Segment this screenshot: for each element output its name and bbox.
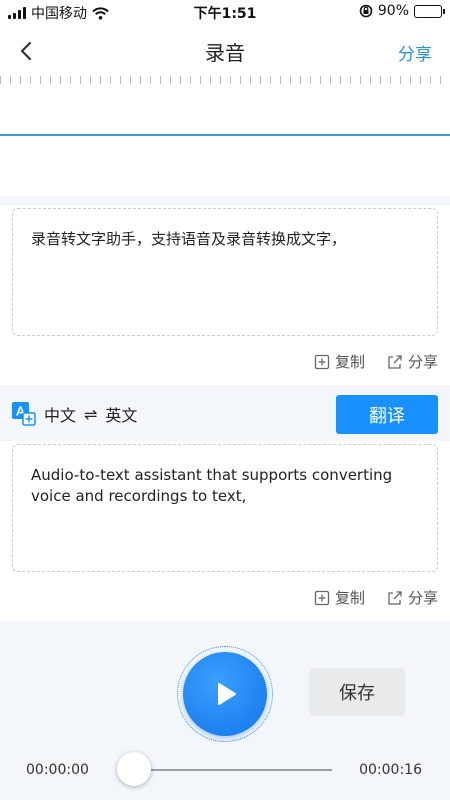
share-icon xyxy=(388,590,402,605)
source-share-button[interactable]: 分享 xyxy=(387,351,438,372)
status-bar: 中国移动 下午1:51 90% xyxy=(0,0,450,24)
waveform-line xyxy=(0,134,450,136)
page-title: 录音 xyxy=(205,41,245,65)
target-text-panel[interactable]: Audio-to-text assistant that supports co… xyxy=(12,444,438,572)
rotation-lock-icon xyxy=(359,4,373,18)
source-actions: 复制 分享 xyxy=(314,351,438,372)
copy-icon xyxy=(314,590,330,605)
current-time: 00:00:00 xyxy=(26,762,89,778)
language-selector[interactable]: A 中文 ⇌ 英文 xyxy=(12,402,137,426)
progress-thumb[interactable] xyxy=(117,752,151,786)
total-time: 00:00:16 xyxy=(359,762,422,778)
target-share-button[interactable]: 分享 xyxy=(387,587,438,608)
battery-icon xyxy=(414,4,445,18)
target-copy-label: 复制 xyxy=(334,589,365,607)
play-button-ring xyxy=(177,646,273,742)
source-copy-label: 复制 xyxy=(334,353,365,371)
target-text: Audio-to-text assistant that supports co… xyxy=(31,466,393,505)
target-share-label: 分享 xyxy=(407,589,438,607)
waveform-ruler xyxy=(0,76,450,84)
source-copy-button[interactable]: 复制 xyxy=(314,351,365,372)
copy-icon xyxy=(314,354,330,369)
progress-track[interactable] xyxy=(134,769,332,771)
translate-button[interactable]: 翻译 xyxy=(336,395,438,434)
target-language[interactable]: 英文 xyxy=(105,402,137,426)
source-language[interactable]: 中文 xyxy=(44,402,76,426)
source-text-panel[interactable]: 录音转文字助手，支持语音及录音转换成文字， xyxy=(12,208,438,336)
nav-bar: 录音 分享 xyxy=(0,24,450,76)
target-copy-button[interactable]: 复制 xyxy=(314,587,365,608)
source-text: 录音转文字助手，支持语音及录音转换成文字， xyxy=(31,230,347,248)
save-button[interactable]: 保存 xyxy=(309,668,405,716)
waveform xyxy=(0,76,450,196)
share-icon xyxy=(388,354,402,369)
translate-icon: A xyxy=(12,402,36,426)
nav-share-button[interactable]: 分享 xyxy=(398,40,432,65)
source-share-label: 分享 xyxy=(407,353,438,371)
swap-icon[interactable]: ⇌ xyxy=(84,405,97,424)
play-icon xyxy=(218,683,236,705)
battery-percent: 90% xyxy=(377,3,409,19)
play-button[interactable] xyxy=(183,652,267,736)
target-actions: 复制 分享 xyxy=(314,587,438,608)
